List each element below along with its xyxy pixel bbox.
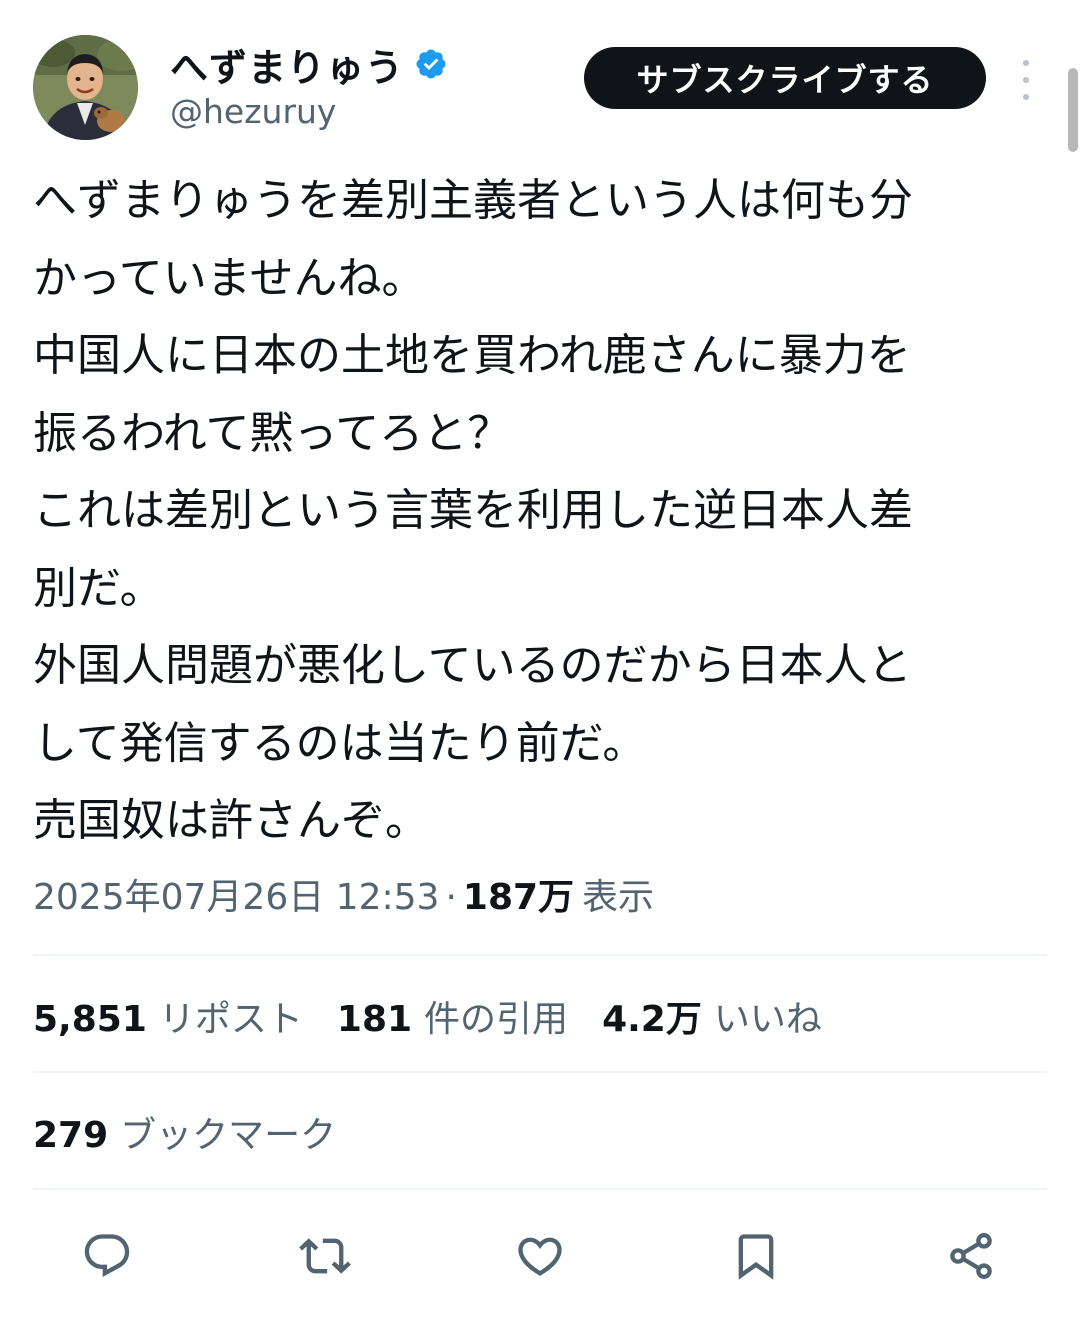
share-icon [950,1233,992,1279]
divider [33,1188,1047,1190]
tweet-text: へずまりゅうを差別主義者という人は何も分 かっていませんね。 中国人に日本の土地… [33,162,1043,860]
views-label: 表示 [582,877,655,918]
retweet-icon [299,1238,351,1274]
user-avatar-image [33,35,138,140]
reposts-label: リポスト [158,999,303,1040]
likes-count: 4.2万 [602,999,702,1040]
quotes-stat[interactable]: 181 件の引用 [337,990,568,1042]
tweet-line: 外国人問題が悪化しているのだから日本人と [33,640,912,691]
likes-label: いいね [713,999,822,1040]
retweet-button[interactable] [297,1228,353,1284]
tweet-line: 売国奴は許さんぞ。 [33,795,429,846]
reply-button[interactable] [79,1228,135,1284]
divider [33,1071,1047,1073]
engagement-stats: 5,851 リポスト 181 件の引用 4.2万 いいね [33,990,856,1042]
user-handle[interactable]: @hezuruy [170,92,336,131]
likes-stat[interactable]: 4.2万 いいね [602,990,822,1042]
tweet-meta: 2025年07月26日 12:53 · 187万 表示 [33,868,654,920]
like-button[interactable] [512,1228,568,1284]
bookmarks-stat[interactable]: 279 ブックマーク [33,1106,370,1158]
reposts-stat[interactable]: 5,851 リポスト [33,990,303,1042]
divider [33,954,1047,956]
bookmark-icon [738,1234,774,1280]
scrollbar[interactable] [1068,68,1078,152]
avatar[interactable] [33,35,138,140]
reposts-count: 5,851 [33,999,147,1040]
display-name[interactable]: へずまりゅう [170,37,404,92]
subscribe-button[interactable]: サブスクライブする [584,47,986,109]
meta-separator: · [445,877,457,918]
views-count: 187万 [462,877,575,918]
bookmarks-label: ブックマーク [120,1115,337,1156]
reply-icon [84,1234,130,1278]
tweet-line: 別だ。 [33,562,164,614]
tweet-line: 振るわれて黙ってろと？ [33,407,512,459]
tweet-line: へずまりゅうを差別主義者という人は何も分 [33,175,913,226]
bookmark-button[interactable] [728,1228,784,1284]
action-bar [0,1220,1080,1290]
tweet-line: 中国人に日本の土地を買われ鹿さんに暴力を [33,330,911,381]
bookmarks-count: 279 [33,1115,109,1156]
tweet-line: して発信するのは当たり前だ。 [33,717,647,769]
tweet-line: これは差別という言葉を利用した逆日本人差 [33,485,913,536]
like-icon [518,1237,562,1276]
quotes-label: 件の引用 [424,999,569,1040]
share-button[interactable] [943,1228,999,1284]
more-vertical-icon[interactable] [1014,60,1038,100]
user-name-row[interactable]: へずまりゅう [170,38,448,90]
timestamp[interactable]: 2025年07月26日 12:53 [33,868,439,920]
tweet-line: かっていませんね。 [33,252,426,304]
verified-badge-icon [416,49,446,79]
quotes-count: 181 [336,999,413,1040]
tweet-detail: へずまりゅう @hezuruy サブスクライブする へずまりゅうを差別主義者とい… [0,0,1080,1319]
